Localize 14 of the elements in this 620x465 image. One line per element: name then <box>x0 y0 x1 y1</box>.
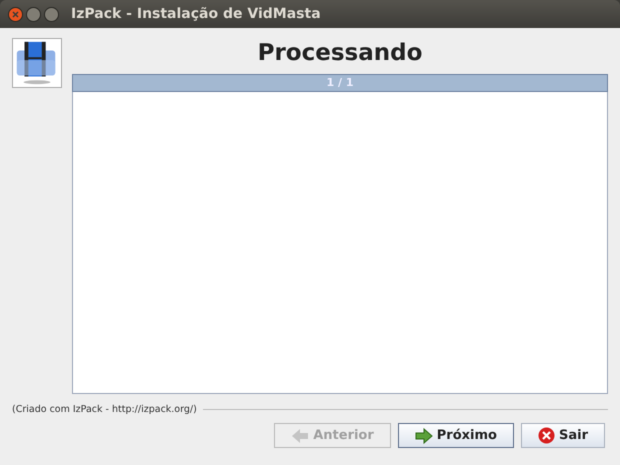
quit-button[interactable]: Sair <box>520 423 605 448</box>
left-arrow-icon <box>291 428 310 444</box>
progress-label: 1 / 1 <box>326 75 354 91</box>
page-heading: Processando <box>256 39 424 68</box>
film-folder-icon <box>12 38 62 88</box>
close-button[interactable] <box>8 6 23 22</box>
close-icon <box>12 10 19 18</box>
maximize-button[interactable] <box>44 6 59 22</box>
window-title: IzPack - Instalação de VidMasta <box>71 6 321 22</box>
minimize-button[interactable] <box>26 6 41 22</box>
credit-text: (Criado com IzPack - http://izpack.org/) <box>12 404 197 415</box>
right-arrow-icon <box>414 428 433 444</box>
next-button[interactable]: Próximo <box>398 423 514 448</box>
close-icon <box>538 427 555 444</box>
